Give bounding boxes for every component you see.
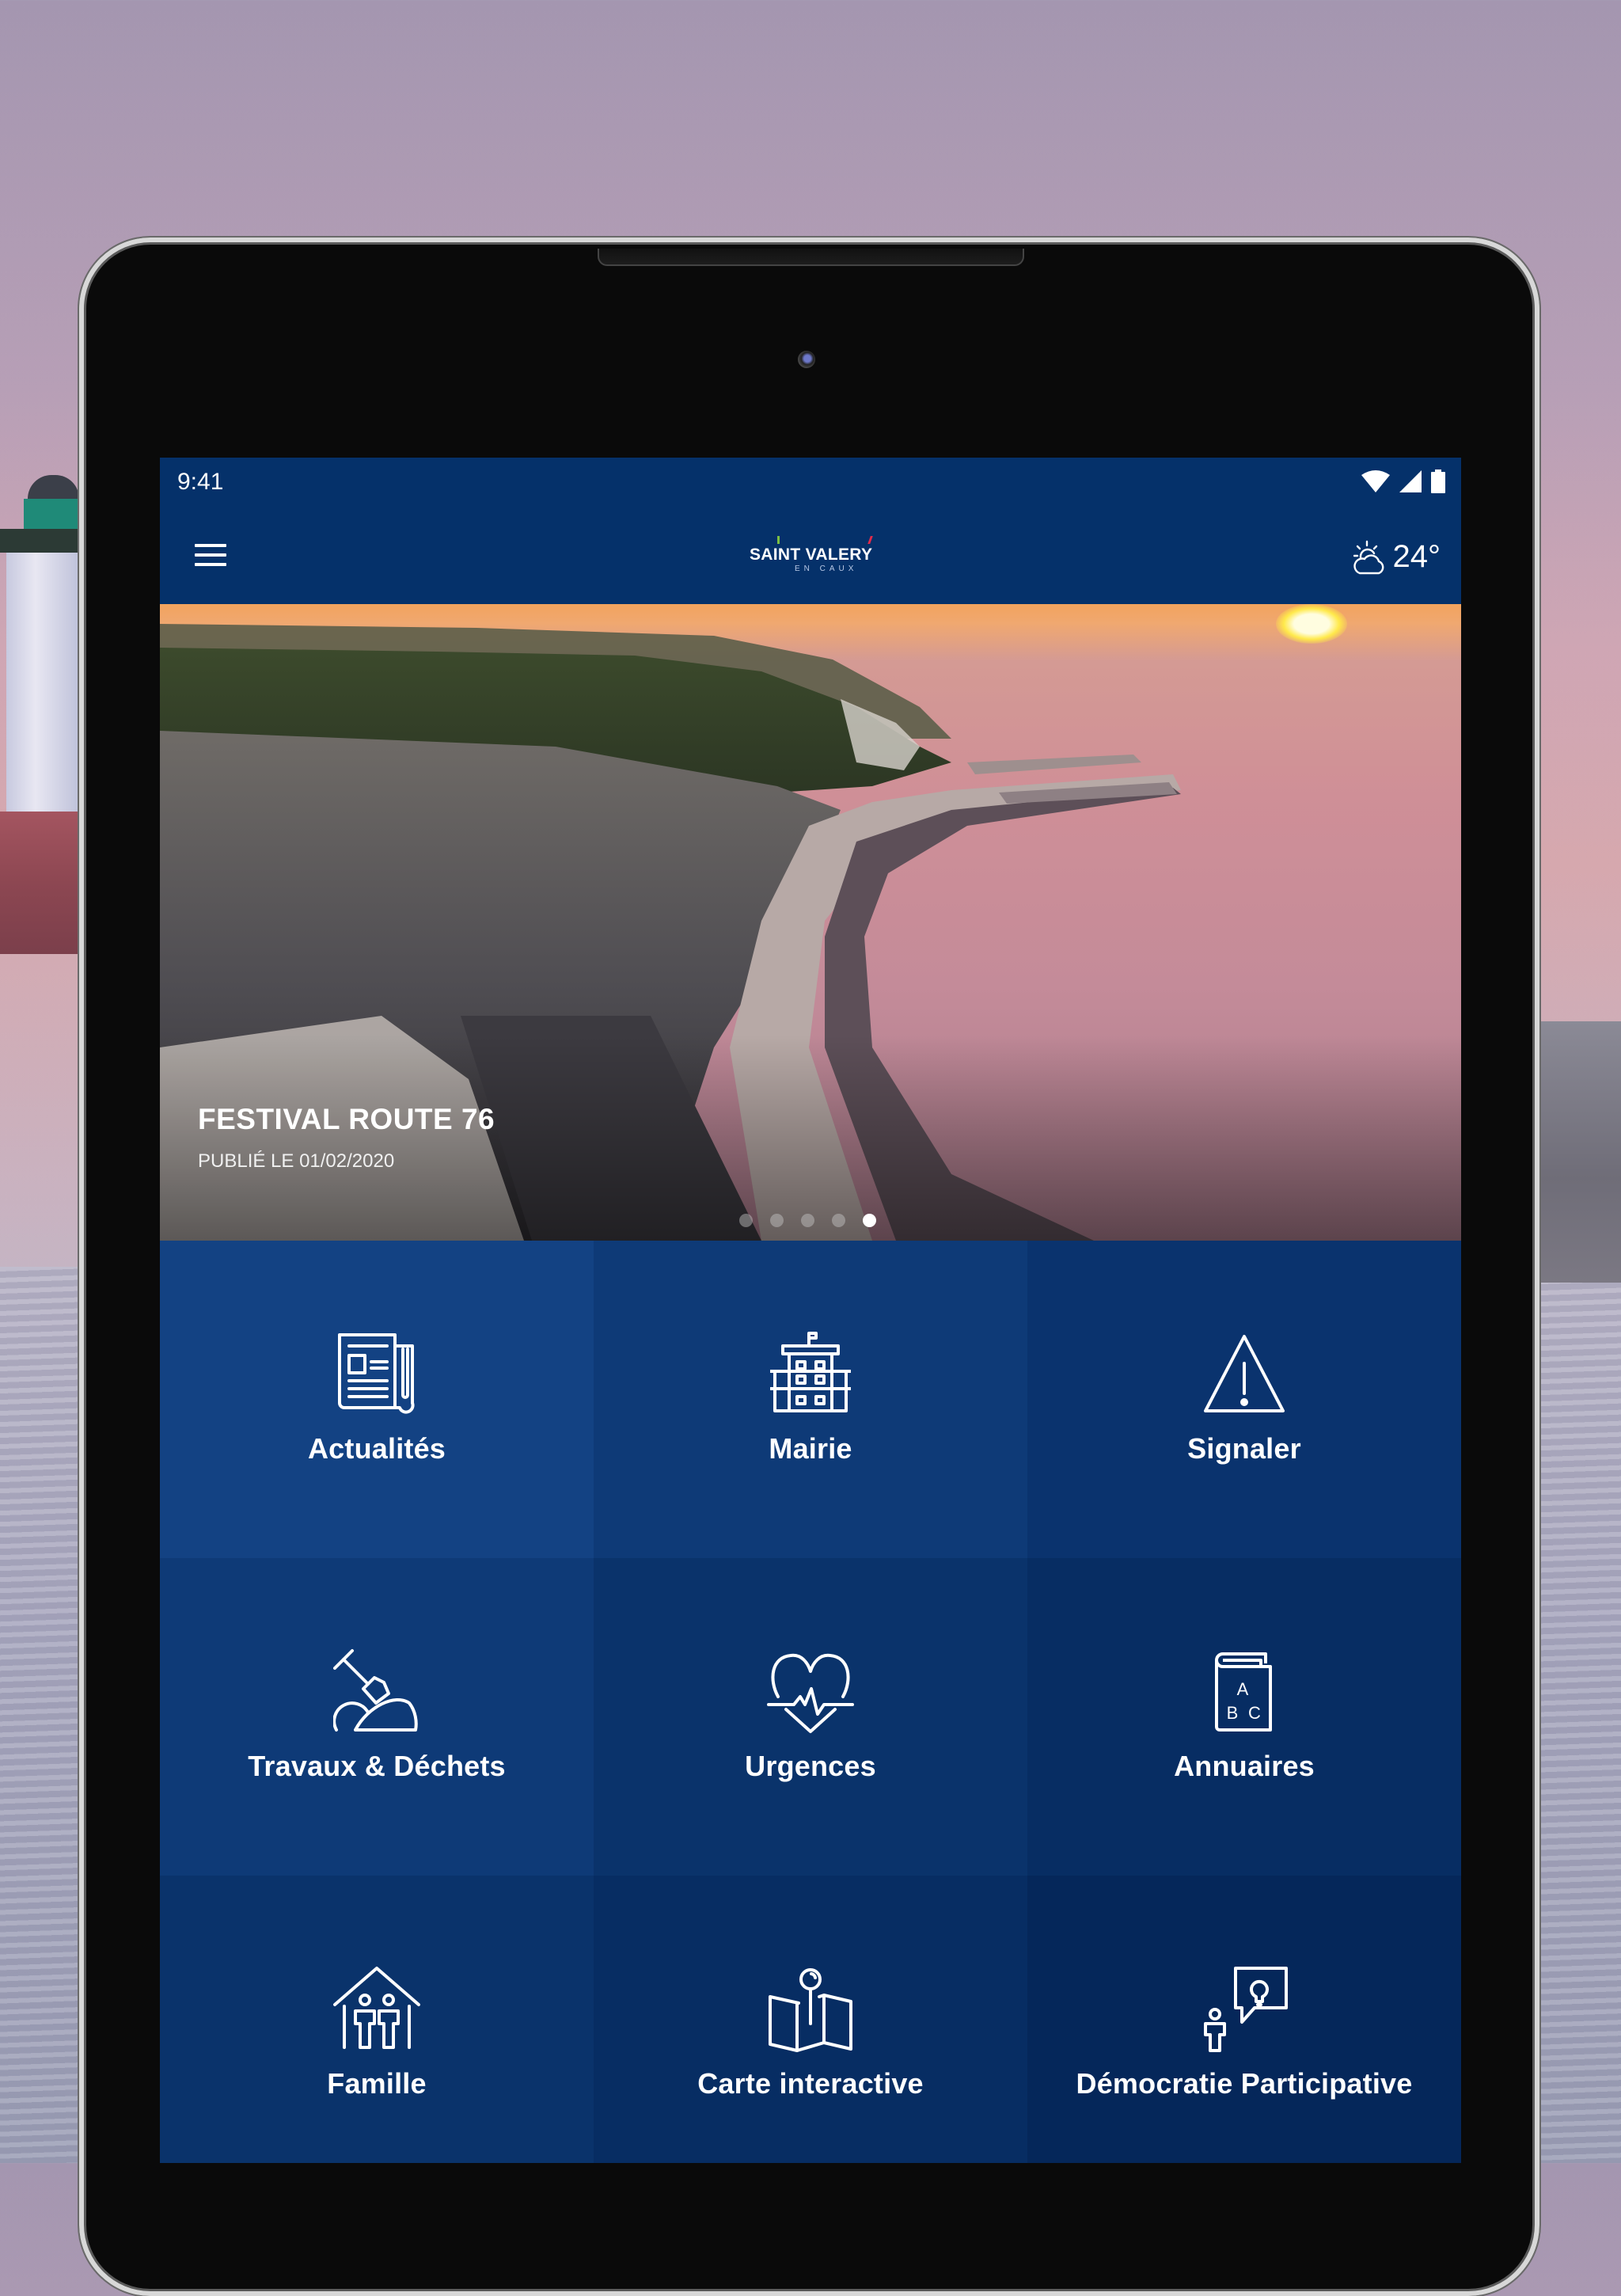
weather-temperature: 24° [1392, 539, 1441, 574]
logo-accent-green [777, 536, 780, 544]
app-logo[interactable]: SAINT VALERY EN CAUX [750, 526, 876, 582]
logo-sub-text: EN CAUX [795, 564, 858, 573]
tile-label: Démocratie Participative [1076, 2067, 1413, 2100]
svg-text:B: B [1227, 1703, 1239, 1723]
address-book-icon: A B C [1197, 1644, 1292, 1739]
weather-widget[interactable]: 24° [1353, 539, 1441, 575]
carousel-dot[interactable] [770, 1214, 784, 1227]
background-jetty [1534, 1021, 1621, 1283]
tile-label: Urgences [745, 1750, 876, 1782]
logo-accent-red [867, 536, 873, 544]
tile-famille[interactable]: Famille [160, 1876, 594, 2163]
shovel-icon [329, 1644, 424, 1739]
carousel-dot[interactable] [801, 1214, 814, 1227]
tile-annuaires[interactable]: A B C Annuaires [1027, 1558, 1461, 1876]
tablet-notch [598, 249, 1024, 266]
town-hall-icon [763, 1326, 858, 1421]
tile-label: Famille [327, 2067, 427, 2100]
family-house-icon [329, 1961, 424, 2056]
app-bar: SAINT VALERY EN CAUX 24° [160, 511, 1461, 604]
tile-urgences[interactable]: Urgences [594, 1558, 1027, 1876]
status-time: 9:41 [177, 469, 224, 495]
tile-mairie[interactable]: Mairie [594, 1241, 1027, 1558]
wifi-icon [1361, 470, 1390, 492]
tile-carte-interactive[interactable]: Carte interactive [594, 1876, 1027, 2163]
background-lighthouse [0, 459, 79, 1283]
newspaper-icon [329, 1326, 424, 1421]
carousel-pagination [739, 1214, 876, 1227]
tile-label: Travaux & Déchets [248, 1750, 506, 1782]
carousel-dot-active[interactable] [863, 1214, 876, 1227]
tile-travaux-dechets[interactable]: Travaux & Déchets [160, 1558, 594, 1876]
hero-overlay [160, 1035, 1461, 1241]
hero-date: PUBLIÉ LE 01/02/2020 [198, 1150, 395, 1172]
tile-signaler[interactable]: Signaler [1027, 1241, 1461, 1558]
svg-text:A: A [1237, 1679, 1249, 1699]
status-bar: 9:41 [160, 458, 1461, 511]
carousel-dot[interactable] [832, 1214, 845, 1227]
tile-label: Actualités [307, 1432, 446, 1465]
heart-pulse-icon [763, 1644, 858, 1739]
signal-icon [1399, 470, 1422, 492]
news-carousel[interactable]: FESTIVAL ROUTE 76 PUBLIÉ LE 01/02/2020 [160, 604, 1461, 1241]
hero-title[interactable]: FESTIVAL ROUTE 76 [198, 1103, 495, 1136]
warning-icon [1197, 1326, 1292, 1421]
tile-democratie-participative[interactable]: Démocratie Participative [1027, 1876, 1461, 2163]
partly-cloudy-icon [1353, 540, 1384, 574]
menu-grid: Actualités Mairie Signaler Travaux & Déc… [160, 1241, 1461, 2163]
idea-speech-icon [1197, 1961, 1292, 2056]
tile-label: Mairie [769, 1432, 852, 1465]
carousel-dot[interactable] [739, 1214, 753, 1227]
app-screen: 9:41 SAINT VALERY EN CAUX 24° FESTIVAL R… [160, 458, 1461, 2163]
hamburger-menu-icon[interactable] [195, 544, 226, 571]
status-icons [1361, 469, 1445, 493]
battery-icon [1431, 469, 1445, 493]
tile-actualites[interactable]: Actualités [160, 1241, 594, 1558]
map-pin-icon [763, 1961, 858, 2056]
svg-text:C: C [1248, 1703, 1261, 1723]
front-camera [798, 351, 815, 368]
tile-label: Signaler [1187, 1432, 1301, 1465]
tile-label: Annuaires [1174, 1750, 1315, 1782]
tile-label: Carte interactive [697, 2067, 924, 2100]
logo-main-text: SAINT VALERY [750, 545, 873, 564]
